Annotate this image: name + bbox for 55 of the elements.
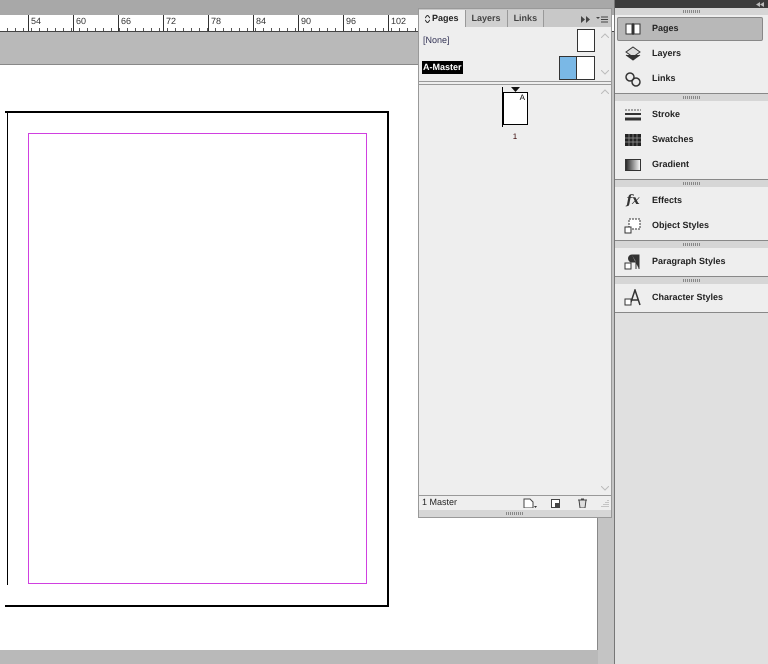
page-number: 1 (512, 131, 518, 143)
dock-panel-button[interactable]: Stroke (617, 103, 763, 127)
page-count: 1 Master (422, 496, 458, 510)
grip-handle[interactable] (506, 512, 524, 515)
master-prefix: A (520, 93, 525, 102)
master-spread-thumbnail (559, 56, 595, 80)
scroll-up-icon[interactable] (601, 33, 609, 38)
ruler-label: 90 (298, 15, 343, 31)
scroll-down-icon[interactable] (601, 486, 609, 491)
trash-icon[interactable] (578, 498, 587, 508)
master-name: [None] (422, 34, 451, 47)
fx-icon: fx (624, 193, 642, 209)
grip-handle[interactable] (682, 182, 700, 185)
letter-a-icon (624, 289, 642, 307)
dock-panel-button[interactable]: Swatches (617, 128, 763, 152)
resize-grip-icon[interactable] (601, 499, 609, 507)
scroll-down-icon[interactable] (601, 70, 609, 75)
page-icon[interactable] (551, 498, 560, 508)
grip-handle[interactable] (682, 279, 700, 282)
dock-panel-button[interactable]: Object Styles (617, 214, 763, 238)
ruler-label: 60 (73, 15, 118, 31)
object-styles-icon (624, 217, 642, 235)
panel-tab[interactable]: Links (508, 10, 544, 27)
grip-handle[interactable] (682, 10, 700, 13)
dock-panel-button[interactable]: fx Effects (617, 189, 763, 213)
new-page-icon[interactable] (523, 498, 537, 508)
collapse-arrows-icon[interactable] (756, 2, 764, 6)
dock-panel-button[interactable]: Pages (617, 17, 763, 41)
ruler-label: 54 (28, 15, 73, 31)
ruler-label: 84 (253, 15, 298, 31)
dock-panel-button[interactable]: Links (617, 67, 763, 91)
ruler-label: 96 (343, 15, 388, 31)
ruler-label: 78 (208, 15, 253, 31)
open-book-icon (624, 20, 642, 38)
grip-handle[interactable] (682, 243, 700, 246)
master-row[interactable]: A-Master (419, 54, 599, 81)
swatch-grid-icon (624, 131, 642, 149)
page-thumbnail[interactable]: A (503, 92, 528, 125)
dock-panel-button[interactable]: Layers (617, 42, 763, 66)
sort-arrows-icon (425, 14, 430, 22)
panel-menu-icon[interactable] (596, 16, 608, 23)
pilcrow-icon (624, 253, 642, 271)
ruler-label: 66 (118, 15, 163, 31)
ruler-label: 72 (163, 15, 208, 31)
master-page-thumbnail (577, 29, 595, 52)
grip-handle[interactable] (682, 96, 700, 99)
scroll-up-icon[interactable] (601, 89, 609, 94)
master-name: A-Master (422, 60, 463, 74)
chain-links-icon (624, 70, 642, 88)
double-arrow-icon[interactable] (581, 16, 590, 23)
layers-icon (624, 45, 642, 63)
dock-panel-button[interactable]: Gradient (617, 153, 763, 177)
panel-tab[interactable]: Layers (466, 10, 508, 27)
panel-tab[interactable]: Pages (419, 10, 466, 27)
gradient-icon (624, 156, 642, 174)
